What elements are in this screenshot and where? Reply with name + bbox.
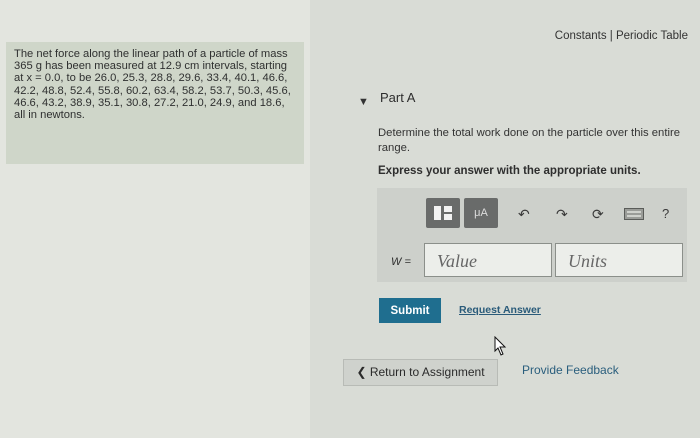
header-separator: |: [606, 30, 616, 42]
request-answer-link[interactable]: Request Answer: [459, 304, 541, 316]
left-panel: The net force along the linear path of a…: [0, 0, 310, 438]
periodic-table-link[interactable]: Periodic Table: [616, 30, 688, 42]
constants-link[interactable]: Constants: [555, 30, 607, 42]
question-text: Determine the total work done on the par…: [378, 127, 681, 154]
provide-feedback-link[interactable]: Provide Feedback: [522, 363, 619, 377]
help-button[interactable]: ?: [662, 206, 669, 221]
value-input[interactable]: Value: [424, 243, 552, 277]
part-title: Part A: [380, 90, 416, 105]
work-variable-label: W =: [391, 256, 411, 268]
problem-statement-box: The net force along the linear path of a…: [6, 42, 304, 164]
units-input[interactable]: Units: [555, 243, 683, 277]
undo-icon[interactable]: ↶: [518, 206, 530, 223]
chevron-left-icon: ❮: [356, 365, 370, 379]
return-to-assignment-button[interactable]: ❮ Return to Assignment: [343, 359, 498, 386]
redo-icon[interactable]: ↷: [556, 206, 568, 223]
keyboard-icon[interactable]: [624, 207, 644, 223]
collapse-icon[interactable]: ▼: [358, 96, 369, 108]
reset-icon[interactable]: ⟳: [592, 206, 604, 223]
instruction-text: Express your answer with the appropriate…: [378, 165, 641, 177]
mouse-cursor-icon: [494, 336, 507, 356]
return-label: Return to Assignment: [369, 365, 485, 379]
header-links: Constants | Periodic Table: [555, 30, 688, 42]
submit-button[interactable]: Submit: [379, 298, 441, 323]
problem-text: The net force along the linear path of a…: [14, 48, 291, 122]
templates-button[interactable]: [426, 198, 460, 228]
templates-icon: [434, 206, 452, 220]
units-button[interactable]: μA: [464, 198, 498, 228]
